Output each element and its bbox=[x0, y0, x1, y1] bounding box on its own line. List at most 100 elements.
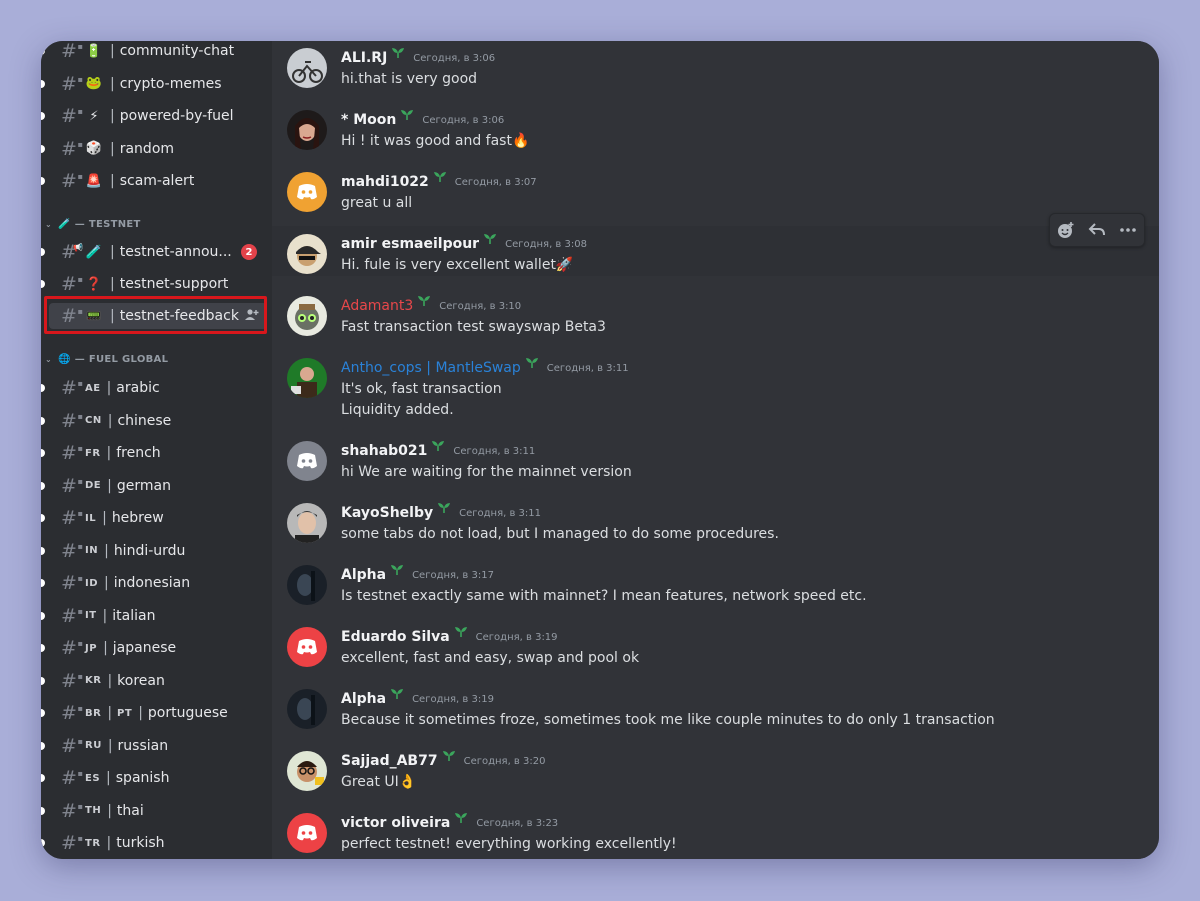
username[interactable]: mahdi1022 bbox=[341, 174, 429, 190]
username[interactable]: KayoShelby bbox=[341, 505, 433, 521]
channel-crypto-memes[interactable]: # ▪ 🐸 | crypto-memes bbox=[41, 71, 267, 97]
user-avatar[interactable] bbox=[287, 441, 327, 481]
user-avatar[interactable] bbox=[287, 358, 327, 398]
add-reaction-icon[interactable] bbox=[1052, 216, 1080, 244]
reply-icon[interactable] bbox=[1083, 216, 1111, 244]
channel-indonesian[interactable]: # ▪ ID | indonesian bbox=[41, 570, 267, 596]
username[interactable]: Alpha bbox=[341, 691, 386, 707]
hash-icon: # ▪ bbox=[61, 442, 83, 464]
channel-random[interactable]: # ▪ 🎲 | random bbox=[41, 136, 267, 162]
category-header[interactable]: ⌄ 🧪 — TESTNET bbox=[45, 215, 141, 233]
timestamp: Сегодня, в 3:11 bbox=[453, 445, 536, 457]
channel-portuguese[interactable]: # ▪ BR | PT | portuguese bbox=[41, 700, 267, 726]
unread-indicator bbox=[41, 741, 45, 750]
username[interactable]: * Moon bbox=[341, 112, 396, 128]
username[interactable]: Adamant3 bbox=[341, 298, 413, 314]
channel-name: arabic bbox=[116, 380, 160, 396]
timestamp: Сегодня, в 3:11 bbox=[459, 507, 541, 519]
channel-name: portuguese bbox=[147, 705, 228, 721]
username[interactable]: shahab021 bbox=[341, 443, 427, 459]
user-avatar[interactable] bbox=[287, 234, 327, 274]
separator: | bbox=[110, 173, 115, 189]
hash-icon: # ▪ bbox=[61, 572, 83, 594]
flag-icon: FR bbox=[85, 447, 101, 459]
channel-name: powered-by-fuel bbox=[119, 108, 234, 124]
user-avatar[interactable] bbox=[287, 296, 327, 336]
avatar-image bbox=[287, 110, 327, 150]
thread-icon: ▪ bbox=[77, 574, 83, 583]
channel-name: italian bbox=[112, 607, 156, 624]
channel-scam-alert[interactable]: # ▪ 🚨 | scam-alert bbox=[41, 168, 267, 194]
username[interactable]: ALI.RJ bbox=[341, 50, 387, 66]
channel-hebrew[interactable]: # ▪ IL | hebrew bbox=[41, 505, 267, 531]
separator: | bbox=[102, 607, 108, 624]
message-line: Fast transaction test swayswap Beta3 bbox=[341, 319, 606, 335]
user-avatar[interactable] bbox=[287, 565, 327, 605]
unread-indicator bbox=[41, 806, 45, 815]
channel-emoji: 🎲 bbox=[85, 141, 103, 156]
username[interactable]: Eduardo Silva bbox=[341, 629, 450, 645]
separator: | bbox=[107, 477, 112, 494]
hash-icon: # ▪ bbox=[61, 637, 83, 659]
message-header: KayoShelby Сегодня, в 3:11 bbox=[341, 503, 541, 523]
separator: | bbox=[110, 276, 115, 292]
channel-italian[interactable]: # ▪ IT | italian bbox=[41, 603, 267, 629]
separator: | bbox=[104, 542, 109, 559]
message-line: Is testnet exactly same with mainnet? I … bbox=[341, 588, 867, 604]
unread-indicator bbox=[41, 280, 45, 288]
timestamp: Сегодня, в 3:23 bbox=[476, 817, 559, 829]
channel-spanish[interactable]: # ▪ ES | spanish bbox=[41, 765, 267, 791]
message-actions-toolbar bbox=[1049, 213, 1145, 247]
unread-indicator bbox=[41, 676, 45, 685]
message-line: perfect testnet! everything working exce… bbox=[341, 836, 677, 852]
channel-german[interactable]: # ▪ DE | german bbox=[41, 473, 267, 499]
user-avatar[interactable] bbox=[287, 689, 327, 729]
unread-indicator bbox=[41, 546, 45, 555]
user-avatar[interactable] bbox=[287, 110, 327, 150]
thread-icon: ▪ bbox=[77, 834, 83, 843]
message-content: some tabs do not load, but I managed to … bbox=[341, 524, 779, 545]
username[interactable]: amir esmaeilpour bbox=[341, 236, 479, 252]
username[interactable]: Alpha bbox=[341, 567, 386, 583]
timestamp: Сегодня, в 3:07 bbox=[454, 176, 537, 188]
timestamp: Сегодня, в 3:10 bbox=[439, 300, 522, 312]
avatar-image bbox=[287, 689, 327, 729]
user-avatar[interactable] bbox=[287, 172, 327, 212]
channel-russian[interactable]: # ▪ RU | russian bbox=[41, 733, 267, 759]
more-icon[interactable] bbox=[1114, 216, 1142, 244]
channel-powered-by-fuel[interactable]: # ▪ ⚡ | powered-by-fuel bbox=[41, 103, 267, 129]
channel-korean[interactable]: # ▪ KR | korean bbox=[41, 668, 267, 694]
channel-community-chat[interactable]: # ▪ 🔋 | community-chat bbox=[41, 41, 267, 64]
channel-turkish[interactable]: # ▪ TR | turkish bbox=[41, 830, 267, 856]
username[interactable]: victor oliveira bbox=[341, 815, 450, 831]
channel-chinese[interactable]: # ▪ CN | chinese bbox=[41, 408, 267, 434]
channel-testnet-annou-[interactable]: # 📢 🧪 | testnet-annou... 2 bbox=[41, 239, 267, 265]
message-header: Antho_cops | MantleSwap Сегодня, в 3:11 bbox=[341, 358, 629, 378]
user-avatar[interactable] bbox=[287, 627, 327, 667]
category-header[interactable]: ⌄ 🌐 — FUEL GLOBAL bbox=[45, 350, 168, 368]
timestamp: Сегодня, в 3:17 bbox=[412, 569, 494, 581]
channel-hindi-urdu[interactable]: # ▪ IN | hindi-urdu bbox=[41, 538, 267, 564]
message-line: hi.that is very good bbox=[341, 71, 478, 87]
unread-indicator bbox=[41, 611, 45, 620]
user-avatar[interactable] bbox=[287, 503, 327, 543]
username[interactable]: Antho_cops | MantleSwap bbox=[341, 360, 521, 376]
avatar-image bbox=[287, 296, 327, 336]
user-avatar[interactable] bbox=[287, 751, 327, 791]
flag-icon: IT bbox=[85, 610, 97, 621]
message-content: Hi ! it was good and fast🔥 bbox=[341, 131, 529, 152]
channel-testnet-support[interactable]: # ▪ ❓ | testnet-support bbox=[41, 271, 267, 297]
sprout-icon bbox=[442, 750, 456, 766]
user-avatar[interactable] bbox=[287, 48, 327, 88]
username[interactable]: Sajjad_AB77 bbox=[341, 753, 438, 769]
unread-indicator bbox=[41, 774, 45, 782]
hash-icon: # ▪ bbox=[61, 539, 83, 562]
channel-japanese[interactable]: # ▪ JP | japanese bbox=[41, 635, 267, 661]
channel-french[interactable]: # ▪ FR | french bbox=[41, 440, 267, 466]
channel-arabic[interactable]: # ▪ AE | arabic bbox=[41, 375, 267, 401]
channel-name: german bbox=[116, 477, 171, 494]
user-avatar[interactable] bbox=[287, 813, 327, 853]
channel-thai[interactable]: # ▪ TH | thai bbox=[41, 798, 267, 824]
timestamp: Сегодня, в 3:19 bbox=[475, 631, 558, 643]
separator: | bbox=[103, 640, 108, 656]
